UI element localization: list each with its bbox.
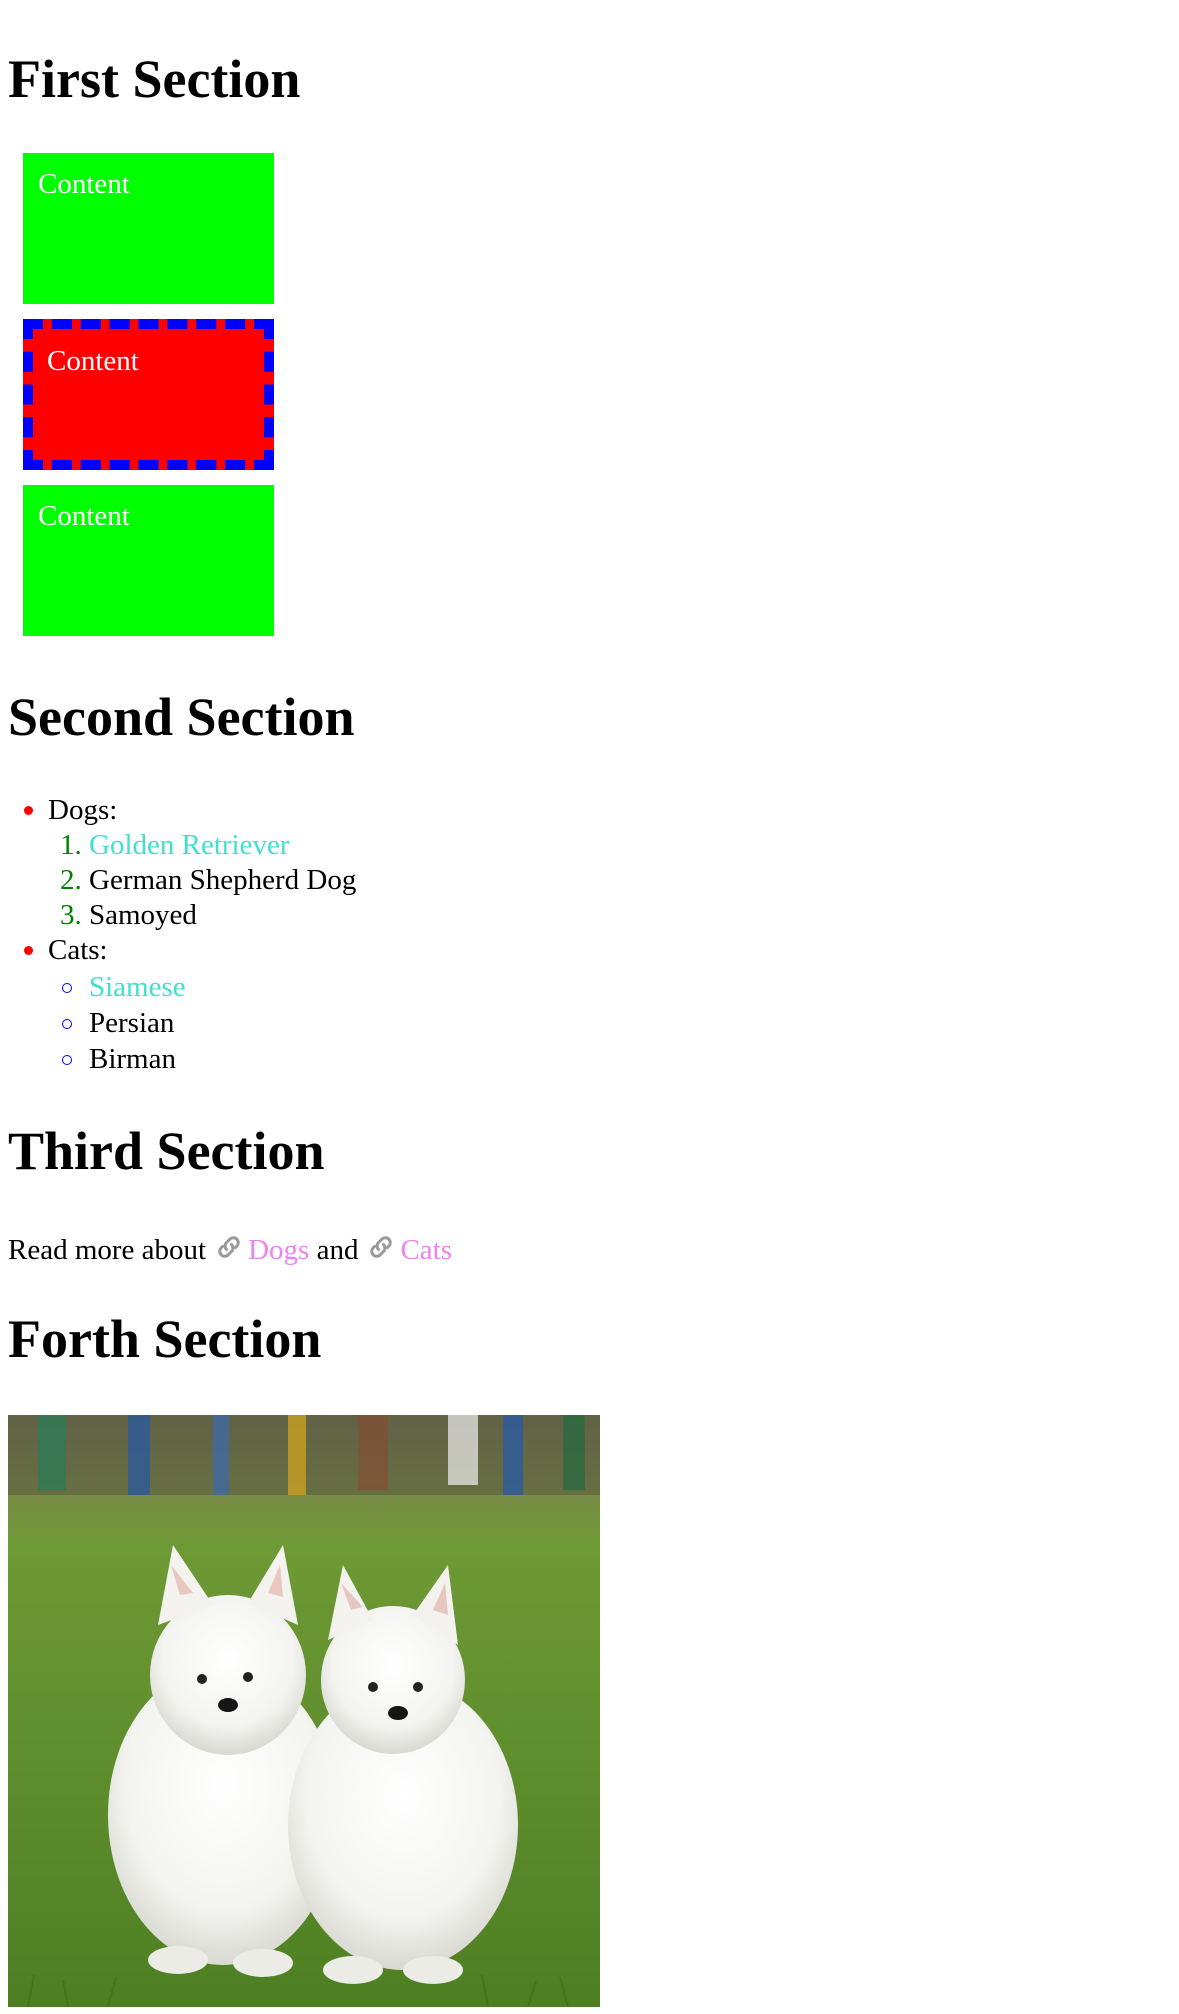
- read-more-paragraph: Read more about Dogs and Cats: [8, 1232, 452, 1265]
- content-box-label: Content: [47, 345, 139, 377]
- list-bullet-icon: [24, 946, 33, 955]
- link-icon: [218, 1236, 240, 1258]
- content-box-1: Content: [23, 153, 274, 304]
- list-item-golden-retriever: Golden Retriever: [89, 829, 290, 861]
- list-item-dogs-label: Dogs:: [48, 794, 118, 826]
- section-title-first: First Section: [8, 49, 301, 109]
- content-box-label: Content: [38, 500, 130, 532]
- samoyed-puppies-photo: [8, 1415, 600, 2007]
- photo-two-white-samoyed-puppies-icon: [8, 1415, 600, 2007]
- list-item-cats-label: Cats:: [48, 934, 108, 966]
- list-circle-bullet-icon: [62, 1055, 72, 1065]
- list-bullet-icon: [24, 806, 33, 815]
- list-circle-bullet-icon: [62, 1019, 72, 1029]
- list-circle-bullet-icon: [62, 983, 72, 993]
- list-number: 2.: [60, 864, 82, 896]
- list-item-german-shepherd: German Shepherd Dog: [89, 864, 357, 896]
- list-number: 1.: [60, 829, 82, 861]
- content-box-label: Content: [38, 168, 130, 200]
- list-item-birman: Birman: [89, 1043, 176, 1075]
- list-item-samoyed: Samoyed: [89, 899, 197, 931]
- content-box-2-dashed: Content: [23, 319, 274, 470]
- link-icon: [370, 1236, 393, 1258]
- content-box-3: Content: [23, 485, 274, 636]
- list-number: 3.: [60, 899, 82, 931]
- section-title-forth: Forth Section: [8, 1309, 322, 1369]
- section-title-second: Second Section: [8, 687, 355, 747]
- list-item-persian: Persian: [89, 1007, 175, 1039]
- section-title-third: Third Section: [8, 1121, 325, 1181]
- paragraph-prefix: Read more about: [8, 1234, 207, 1266]
- cats-link[interactable]: Cats: [400, 1234, 452, 1266]
- paragraph-conjunction: and: [316, 1234, 359, 1266]
- list-item-siamese: Siamese: [89, 971, 186, 1003]
- dogs-link[interactable]: Dogs: [248, 1234, 309, 1266]
